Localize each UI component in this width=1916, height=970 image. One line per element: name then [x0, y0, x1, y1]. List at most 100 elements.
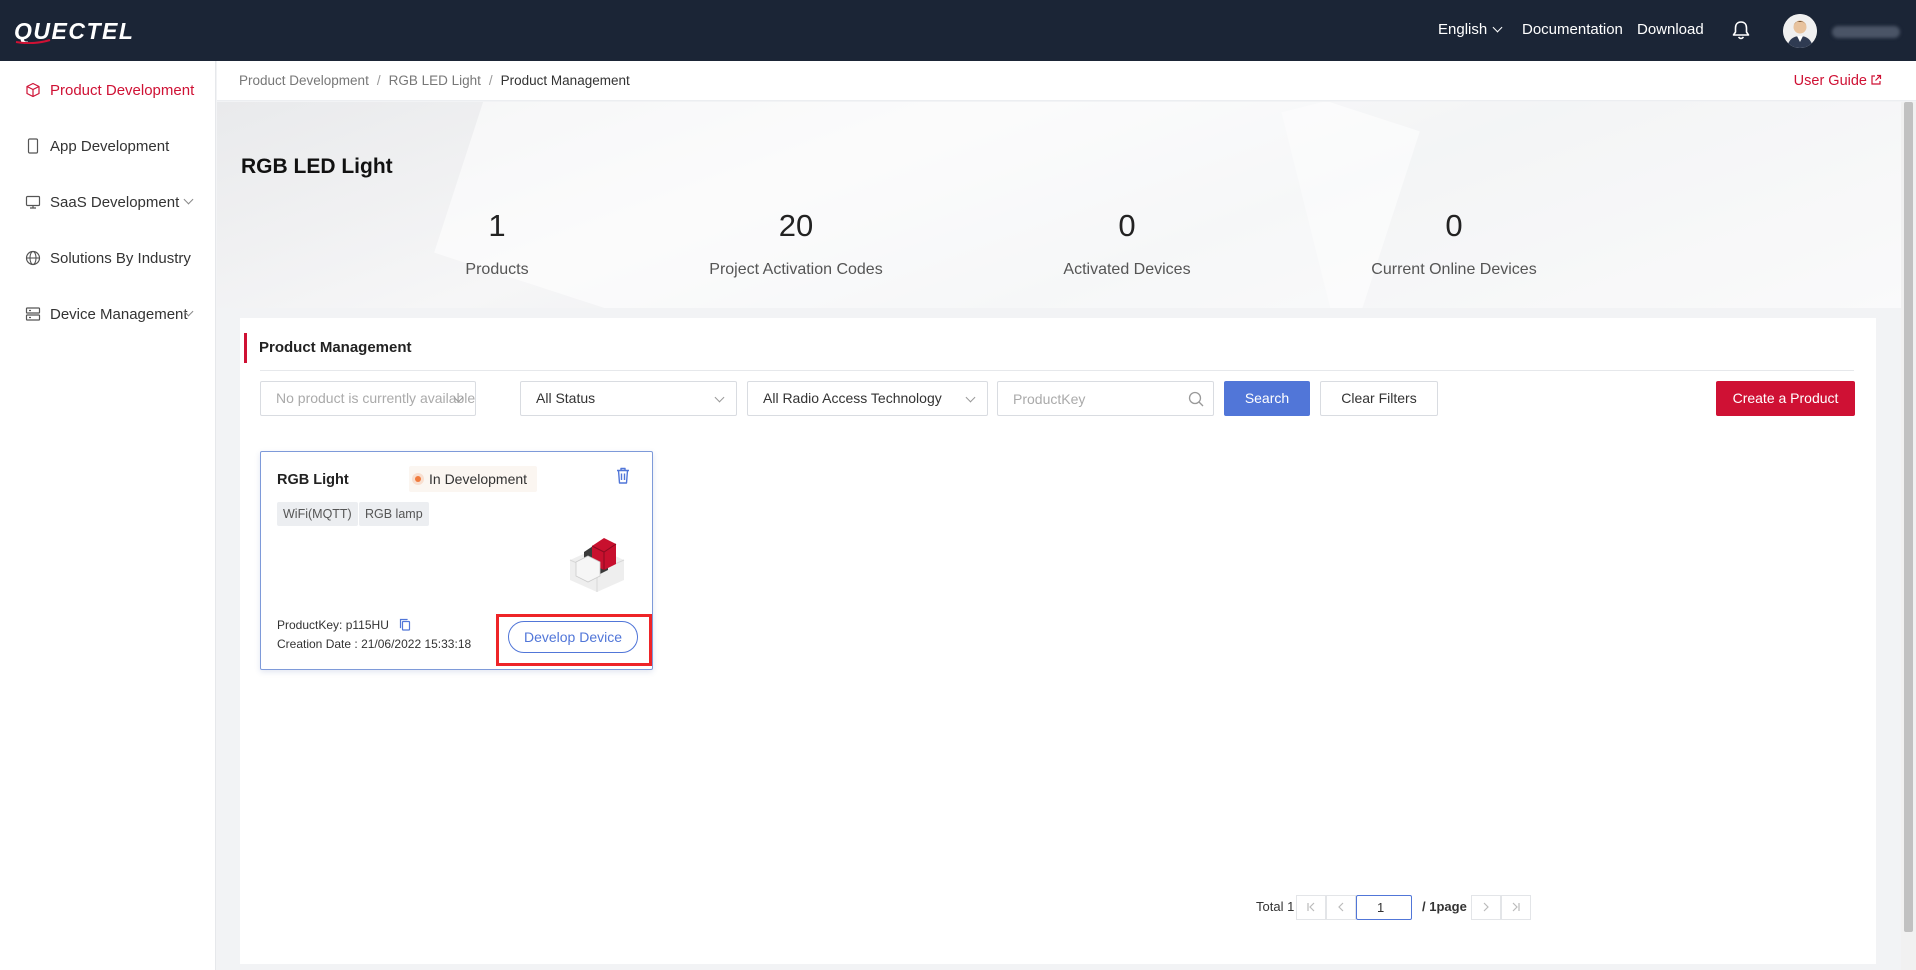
- user-avatar[interactable]: [1783, 14, 1817, 48]
- chevron-down-icon: [1492, 22, 1503, 33]
- product-management-panel: Product Management No product is current…: [240, 318, 1876, 964]
- page-title: RGB LED Light: [241, 155, 393, 178]
- product-select-placeholder: No product is currently available.: [276, 390, 476, 406]
- stat-activation-codes: 20 Project Activation Codes: [666, 210, 926, 279]
- phone-icon: [24, 137, 42, 155]
- breadcrumb-separator: /: [376, 73, 381, 88]
- next-page-button[interactable]: [1471, 895, 1501, 920]
- product-image-icon: [569, 538, 625, 592]
- sidebar-item-solutions-by-industry[interactable]: Solutions By Industry: [0, 238, 216, 278]
- product-key-label: ProductKey:: [277, 618, 343, 632]
- trash-icon[interactable]: [614, 466, 632, 485]
- globe-icon: [24, 249, 42, 267]
- divider: [260, 370, 1854, 371]
- sidebar-item-label: App Development: [50, 137, 170, 155]
- status-select-value: All Status: [536, 390, 596, 406]
- breadcrumb: Product Development / RGB LED Light / Produc…: [239, 73, 630, 88]
- search-button[interactable]: Search: [1224, 381, 1310, 416]
- radio-access-technology-select[interactable]: All Radio Access Technology: [747, 381, 988, 416]
- stat-value: 1: [488, 208, 506, 243]
- documentation-link[interactable]: Documentation: [1522, 21, 1623, 38]
- sidebar-item-saas-development[interactable]: SaaS Development: [0, 182, 216, 222]
- rat-select-value: All Radio Access Technology: [763, 390, 942, 406]
- creation-date-label: Creation Date :: [277, 637, 358, 651]
- sidebar-item-label: SaaS Development: [50, 193, 180, 211]
- sidebar-item-label: Solutions By Industry: [50, 249, 191, 267]
- stat-value: 0: [1445, 208, 1463, 243]
- external-link-icon: [1871, 74, 1882, 85]
- breadcrumb-item-current: Product Management: [500, 73, 630, 88]
- search-icon[interactable]: [1187, 390, 1205, 408]
- language-label: English: [1438, 21, 1488, 38]
- svg-text:QUECTEL: QUECTEL: [14, 18, 134, 44]
- sidebar-item-device-management[interactable]: Device Management: [0, 294, 216, 334]
- stat-label: Current Online Devices: [1371, 261, 1537, 278]
- avatar-icon: [1783, 14, 1817, 48]
- chevron-down-icon: [714, 392, 725, 403]
- breadcrumb-item-product-development[interactable]: Product Development: [239, 73, 369, 88]
- download-link[interactable]: Download: [1637, 21, 1704, 38]
- stat-label: Products: [465, 261, 529, 278]
- server-icon: [24, 305, 42, 323]
- product-tag: WiFi(MQTT): [277, 502, 358, 526]
- stat-value: 0: [1118, 208, 1136, 243]
- first-page-icon: [1307, 902, 1315, 912]
- chevron-left-icon: [1338, 902, 1344, 912]
- breadcrumb-item-rgb-led-light[interactable]: RGB LED Light: [389, 73, 481, 88]
- creation-date-value: 21/06/2022 15:33:18: [361, 637, 472, 651]
- language-selector[interactable]: English: [1438, 21, 1503, 38]
- sidebar-item-product-development[interactable]: Product Development: [0, 70, 216, 110]
- status-label: In Development: [429, 471, 528, 487]
- scrollbar-thumb[interactable]: [1904, 102, 1913, 932]
- pagination-total: Total 1: [1256, 899, 1295, 914]
- product-key-value: p115HU: [345, 618, 389, 632]
- status-badge: In Development: [409, 466, 538, 492]
- product-card[interactable]: RGB Light In Development WiFi(MQTT) RGB …: [260, 451, 653, 670]
- stat-label: Activated Devices: [1063, 261, 1191, 278]
- product-tag: RGB lamp: [359, 502, 429, 526]
- username-redacted[interactable]: [1832, 26, 1900, 38]
- stat-online-devices: 0 Current Online Devices: [1324, 210, 1584, 279]
- stat-label: Project Activation Codes: [709, 261, 883, 278]
- page-count-label: / 1page: [1422, 899, 1467, 914]
- productkey-input[interactable]: [998, 382, 1168, 415]
- monitor-icon: [24, 193, 42, 211]
- sidebar-item-app-development[interactable]: App Development: [0, 126, 216, 166]
- sidebar-item-label: Product Development: [50, 81, 195, 99]
- stat-activated-devices: 0 Activated Devices: [997, 210, 1257, 279]
- status-select[interactable]: All Status: [520, 381, 737, 416]
- stat-products: 1 Products: [367, 210, 627, 279]
- chevron-right-icon: [1483, 902, 1489, 912]
- project-summary: RGB LED Light 1 Products 20 Project Acti…: [217, 102, 1901, 308]
- breadcrumb-bar: Product Development / RGB LED Light / Produc…: [217, 61, 1916, 101]
- chevron-down-icon: [183, 194, 194, 205]
- section-heading: Product Management: [244, 333, 412, 363]
- chevron-down-icon: [965, 392, 976, 403]
- sidebar: Product Development App Development SaaS…: [0, 61, 216, 970]
- breadcrumb-separator: /: [488, 73, 493, 88]
- top-nav-bar: QUECTEL English Documentation Download: [0, 0, 1916, 61]
- clear-filters-button[interactable]: Clear Filters: [1320, 381, 1438, 416]
- bell-icon[interactable]: [1730, 19, 1752, 41]
- product-key: ProductKey: p115HU: [277, 618, 411, 632]
- user-guide-label: User Guide: [1793, 73, 1867, 89]
- sidebar-item-label: Device Management: [50, 305, 188, 323]
- last-page-icon: [1512, 902, 1520, 912]
- page-number-input[interactable]: 1: [1356, 895, 1412, 920]
- quectel-logo[interactable]: QUECTEL: [14, 18, 186, 44]
- status-dot-icon: [415, 476, 421, 482]
- product-select[interactable]: No product is currently available.: [260, 381, 476, 416]
- first-page-button[interactable]: [1296, 895, 1326, 920]
- productkey-search[interactable]: [997, 381, 1214, 416]
- stat-value: 20: [778, 208, 814, 243]
- copy-icon[interactable]: [399, 618, 411, 631]
- page-scrollbar[interactable]: [1901, 102, 1916, 970]
- prev-page-button[interactable]: [1326, 895, 1356, 920]
- user-guide-link[interactable]: User Guide: [1794, 73, 1882, 89]
- develop-device-button[interactable]: Develop Device: [508, 621, 638, 653]
- create-product-button[interactable]: Create a Product: [1716, 381, 1855, 416]
- last-page-button[interactable]: [1501, 895, 1531, 920]
- cube-icon: [24, 81, 42, 99]
- creation-date: Creation Date : 21/06/2022 15:33:18: [277, 637, 471, 651]
- product-name: RGB Light: [277, 472, 349, 488]
